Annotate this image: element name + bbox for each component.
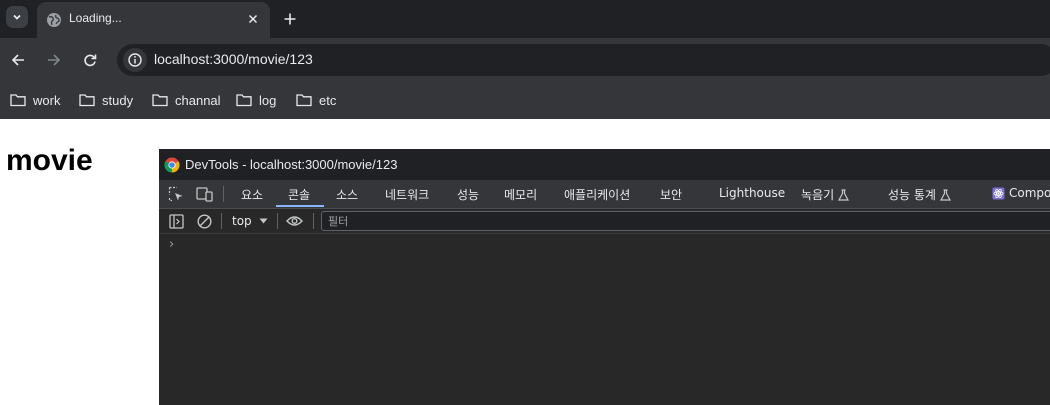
tab-network[interactable]: 네트워크 (385, 186, 429, 203)
tab-components-label: Compo (1009, 186, 1050, 200)
folder-icon (296, 94, 312, 107)
eye-icon (285, 216, 303, 226)
tab-elements[interactable]: 요소 (241, 186, 263, 203)
tab-memory[interactable]: 메모리 (504, 186, 537, 203)
tab-close-button[interactable] (245, 11, 261, 27)
folder-icon (10, 94, 26, 107)
console-toolbar: top 필터 (159, 209, 1050, 234)
separator (223, 186, 224, 202)
new-tab-button[interactable] (280, 9, 300, 29)
tab-recorder[interactable]: 녹음기 (801, 186, 850, 203)
chevron-down-icon (13, 14, 21, 20)
back-button[interactable] (8, 50, 28, 70)
separator (277, 213, 278, 229)
bookmark-folder-log[interactable]: log (236, 90, 276, 110)
bookmarks-bar: work study channal log etc (0, 82, 1050, 119)
separator (313, 213, 314, 229)
info-icon (128, 53, 142, 67)
live-expression-button[interactable] (285, 212, 303, 230)
tab-lighthouse[interactable]: Lighthouse (719, 186, 785, 200)
bookmark-label: study (102, 92, 134, 108)
caret-down-icon (259, 218, 268, 224)
tab-application[interactable]: 애플리케이션 (564, 186, 630, 203)
bookmark-folder-etc[interactable]: etc (296, 90, 336, 110)
bookmark-folder-work[interactable]: work (10, 90, 60, 110)
filter-input[interactable]: 필터 (321, 211, 1050, 231)
device-toolbar-button[interactable] (195, 185, 213, 203)
browser-tab[interactable]: Loading... (37, 2, 270, 38)
flask-icon (838, 188, 850, 201)
tab-search-button[interactable] (6, 6, 28, 28)
sidebar-icon (168, 213, 184, 229)
tab-title: Loading... (69, 11, 122, 25)
address-bar[interactable]: localhost:3000/movie/123 (117, 44, 1050, 76)
clear-console-button[interactable] (195, 212, 213, 230)
globe-icon (47, 13, 61, 27)
inspect-icon (168, 186, 183, 202)
tab-performance-insights-label: 성능 통계 (888, 188, 936, 202)
bookmark-label: work (33, 92, 61, 108)
tab-console[interactable]: 콘솔 (288, 186, 310, 203)
tab-recorder-label: 녹음기 (801, 188, 835, 202)
tab-performance[interactable]: 성능 (457, 186, 479, 203)
show-sidebar-button[interactable] (167, 212, 185, 230)
tab-sources[interactable]: 소스 (336, 186, 358, 203)
bookmark-label: log (259, 92, 277, 108)
console-output[interactable]: › (159, 234, 1050, 405)
folder-icon (79, 94, 95, 107)
reload-button[interactable] (80, 50, 100, 70)
folder-icon (236, 94, 252, 107)
react-icon (992, 187, 1005, 199)
close-icon (248, 14, 258, 24)
url-text: localhost:3000/movie/123 (154, 51, 313, 67)
arrow-left-icon (11, 54, 24, 66)
bookmark-folder-channal[interactable]: channal (152, 90, 221, 110)
site-info-button[interactable] (123, 48, 147, 72)
console-prompt: › (169, 237, 175, 252)
tab-components[interactable]: Compo (992, 186, 1050, 200)
browser-tab-strip: Loading... (0, 0, 1050, 38)
plus-icon (284, 13, 296, 25)
tab-performance-insights[interactable]: 성능 통계 (888, 186, 951, 203)
separator (221, 213, 222, 229)
bookmark-label: channal (175, 92, 221, 108)
arrow-right-icon (48, 54, 61, 66)
context-value: top (232, 214, 252, 228)
active-tab-indicator (276, 205, 324, 207)
reload-icon (84, 54, 97, 67)
bookmark-label: etc (319, 92, 337, 108)
tab-security[interactable]: 보안 (660, 186, 682, 203)
forward-button[interactable] (44, 50, 64, 70)
bookmark-folder-study[interactable]: study (79, 90, 133, 110)
chrome-logo-icon (164, 157, 180, 173)
context-selector[interactable]: top (232, 212, 268, 230)
devtools-titlebar: DevTools - localhost:3000/movie/123 (159, 149, 1050, 180)
filter-placeholder: 필터 (328, 215, 349, 228)
clear-icon (196, 213, 212, 229)
inspect-element-button[interactable] (167, 185, 185, 203)
browser-toolbar: localhost:3000/movie/123 (0, 38, 1050, 82)
folder-icon (152, 94, 168, 107)
devtools-window: DevTools - localhost:3000/movie/123 요소 콘… (159, 149, 1050, 405)
page-heading: movie (6, 144, 93, 177)
device-icon (195, 187, 213, 202)
devtools-title: DevTools - localhost:3000/movie/123 (185, 157, 398, 172)
flask-icon (939, 188, 951, 201)
